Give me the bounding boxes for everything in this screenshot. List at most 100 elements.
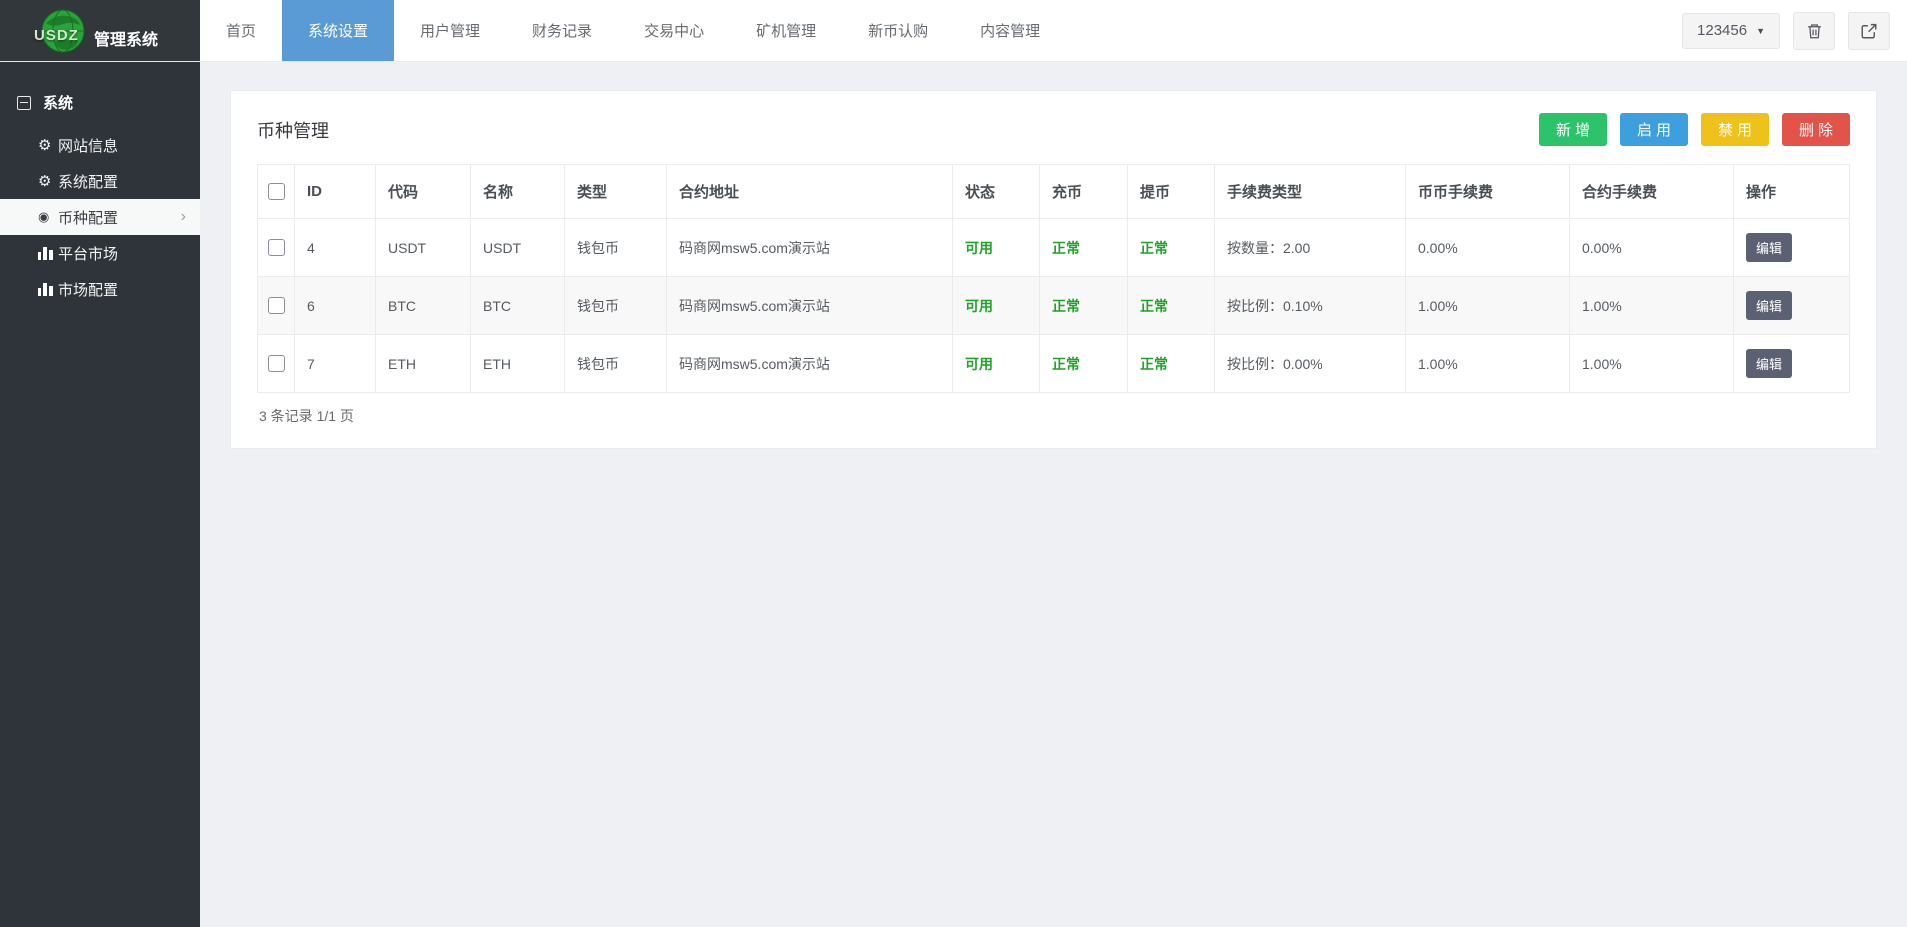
col-header-coin-fee: 币币手续费 xyxy=(1405,164,1570,219)
nav-tab[interactable]: 系统设置 xyxy=(282,0,395,61)
sidebar-item[interactable]: 系统配置 › xyxy=(0,163,200,199)
cell-withdraw: 正常 xyxy=(1127,334,1215,393)
row-checkbox[interactable] xyxy=(267,297,285,315)
cell-coin-fee: 1.00% xyxy=(1405,334,1570,393)
gear-icon xyxy=(38,172,58,190)
sidebar-item[interactable]: 网站信息 › xyxy=(0,127,200,163)
col-header-id: ID xyxy=(294,164,376,219)
cell-contract-address: 码商网msw5.com演示站 xyxy=(666,218,953,277)
action-button[interactable]: 禁用 xyxy=(1700,113,1769,146)
app-title: 管理系统 xyxy=(94,31,159,49)
cell-deposit: 正常 xyxy=(1039,276,1128,335)
sidebar-section-system[interactable]: 系统 xyxy=(0,78,200,127)
logout-icon xyxy=(1861,23,1877,38)
cell-id: 6 xyxy=(294,276,376,335)
row-checkbox[interactable] xyxy=(267,239,285,257)
panel-header: 币种管理 新增 启用 禁用 删除 xyxy=(231,91,1876,164)
sidebar-item[interactable]: 市场配置 › xyxy=(0,271,200,307)
select-all-checkbox[interactable] xyxy=(267,183,285,201)
cell-contract-fee: 1.00% xyxy=(1569,276,1734,335)
table-header-row: ID 代码 名称 类型 合约地址 状态 充币 提币 手续费类型 币币手续费 合约… xyxy=(257,164,1850,219)
nav-tab[interactable]: 首页 xyxy=(200,0,282,61)
cell-withdraw: 正常 xyxy=(1127,218,1215,277)
col-header-status: 状态 xyxy=(952,164,1040,219)
action-button[interactable]: 删除 xyxy=(1781,113,1850,146)
sidebar-item-label: 网站信息 xyxy=(58,137,119,155)
col-header-actions: 操作 xyxy=(1733,164,1850,219)
cell-deposit: 正常 xyxy=(1039,334,1128,393)
table-row: 7 ETH ETH 钱包币 码商网msw5.com演示站 可用 正常 正常 按比… xyxy=(257,334,1850,393)
trash-icon xyxy=(1807,23,1821,38)
bar-chart-icon xyxy=(38,282,54,296)
edit-button[interactable]: 编辑 xyxy=(1746,233,1793,262)
edit-button[interactable]: 编辑 xyxy=(1746,291,1793,320)
cell-fee-type: 按数量：2.00 xyxy=(1214,218,1406,277)
cell-contract-address: 码商网msw5.com演示站 xyxy=(666,276,953,335)
trash-button[interactable] xyxy=(1793,11,1835,50)
brand-text: USDZ xyxy=(34,26,79,44)
sidebar-section-label: 系统 xyxy=(43,95,74,112)
cell-name: ETH xyxy=(470,334,565,393)
cell-code: BTC xyxy=(375,276,471,335)
topbar-right: 123456 ▼ xyxy=(1682,0,1907,61)
user-dropdown[interactable]: 123456 ▼ xyxy=(1682,12,1780,49)
cell-type: 钱包币 xyxy=(564,276,667,335)
col-header-withdraw: 提币 xyxy=(1127,164,1215,219)
sidebar-item[interactable]: 币种配置 › xyxy=(0,199,200,235)
nav-tab[interactable]: 交易中心 xyxy=(618,0,730,61)
cell-coin-fee: 0.00% xyxy=(1405,218,1570,277)
caret-down-icon: ▼ xyxy=(1756,25,1765,36)
sidebar: 系统 网站信息 › 系统配置 › 币种配置 › 平台市场 xyxy=(0,62,200,927)
cell-coin-fee: 1.00% xyxy=(1405,276,1570,335)
cell-fee-type: 按比例：0.00% xyxy=(1214,334,1406,393)
cell-contract-address: 码商网msw5.com演示站 xyxy=(666,334,953,393)
col-header-name: 名称 xyxy=(470,164,565,219)
cell-withdraw: 正常 xyxy=(1127,276,1215,335)
content-area: 币种管理 新增 启用 禁用 删除 ID 代码 名称 类型 合约地址 状态 充币 … xyxy=(200,62,1907,449)
panel-actions: 新增 启用 禁用 删除 xyxy=(1538,113,1850,146)
gear-icon xyxy=(38,136,58,154)
cell-status: 可用 xyxy=(952,276,1040,335)
col-header-deposit: 充币 xyxy=(1039,164,1128,219)
sidebar-item-label: 市场配置 xyxy=(58,281,119,299)
currency-management-panel: 币种管理 新增 启用 禁用 删除 ID 代码 名称 类型 合约地址 状态 充币 … xyxy=(230,90,1877,449)
cell-contract-fee: 1.00% xyxy=(1569,334,1734,393)
cell-name: USDT xyxy=(470,218,565,277)
record-count: 3 条记录 1/1 页 xyxy=(259,408,354,424)
cell-status: 可用 xyxy=(952,218,1040,277)
col-header-contract-address: 合约地址 xyxy=(666,164,953,219)
nav-tab[interactable]: 新币认购 xyxy=(842,0,954,61)
cell-id: 7 xyxy=(294,334,376,393)
cell-fee-type: 按比例：0.10% xyxy=(1214,276,1406,335)
logout-button[interactable] xyxy=(1848,11,1890,50)
nav-tab[interactable]: 财务记录 xyxy=(506,0,618,61)
bar-chart-icon xyxy=(38,246,54,260)
page-title: 币种管理 xyxy=(257,120,329,141)
currency-table: ID 代码 名称 类型 合约地址 状态 充币 提币 手续费类型 币币手续费 合约… xyxy=(257,164,1850,393)
cell-name: BTC xyxy=(470,276,565,335)
table-row: 6 BTC BTC 钱包币 码商网msw5.com演示站 可用 正常 正常 按比… xyxy=(257,276,1850,335)
dot-circle-icon xyxy=(38,209,58,225)
action-button[interactable]: 新增 xyxy=(1538,113,1607,146)
cell-type: 钱包币 xyxy=(564,334,667,393)
table-row: 4 USDT USDT 钱包币 码商网msw5.com演示站 可用 正常 正常 … xyxy=(257,218,1850,277)
action-button[interactable]: 启用 xyxy=(1619,113,1688,146)
sidebar-item-label: 平台市场 xyxy=(58,245,119,263)
nav-tab[interactable]: 用户管理 xyxy=(394,0,506,61)
brand-logo[interactable]: USDZ 管理系统 xyxy=(0,0,200,61)
nav-tab[interactable]: 矿机管理 xyxy=(730,0,842,61)
col-header-type: 类型 xyxy=(564,164,667,219)
user-dropdown-label: 123456 xyxy=(1697,22,1748,39)
edit-button[interactable]: 编辑 xyxy=(1746,349,1793,378)
table-wrapper: ID 代码 名称 类型 合约地址 状态 充币 提币 手续费类型 币币手续费 合约… xyxy=(231,164,1876,448)
sidebar-item-label: 系统配置 xyxy=(58,173,119,191)
minus-square-icon xyxy=(17,95,31,110)
chevron-right-icon: › xyxy=(180,208,186,225)
main-nav: 首页 系统设置 用户管理 财务记录 交易中心 矿机管理 新币认购 内容管理 xyxy=(200,0,1066,61)
sidebar-item-label: 币种配置 xyxy=(58,209,119,227)
sidebar-item[interactable]: 平台市场 › xyxy=(0,235,200,271)
topbar: USDZ 管理系统 首页 系统设置 用户管理 财务记录 交易中心 矿机管理 新币… xyxy=(0,0,1907,62)
row-checkbox[interactable] xyxy=(267,355,285,373)
col-header-fee-type: 手续费类型 xyxy=(1214,164,1406,219)
nav-tab[interactable]: 内容管理 xyxy=(954,0,1066,61)
